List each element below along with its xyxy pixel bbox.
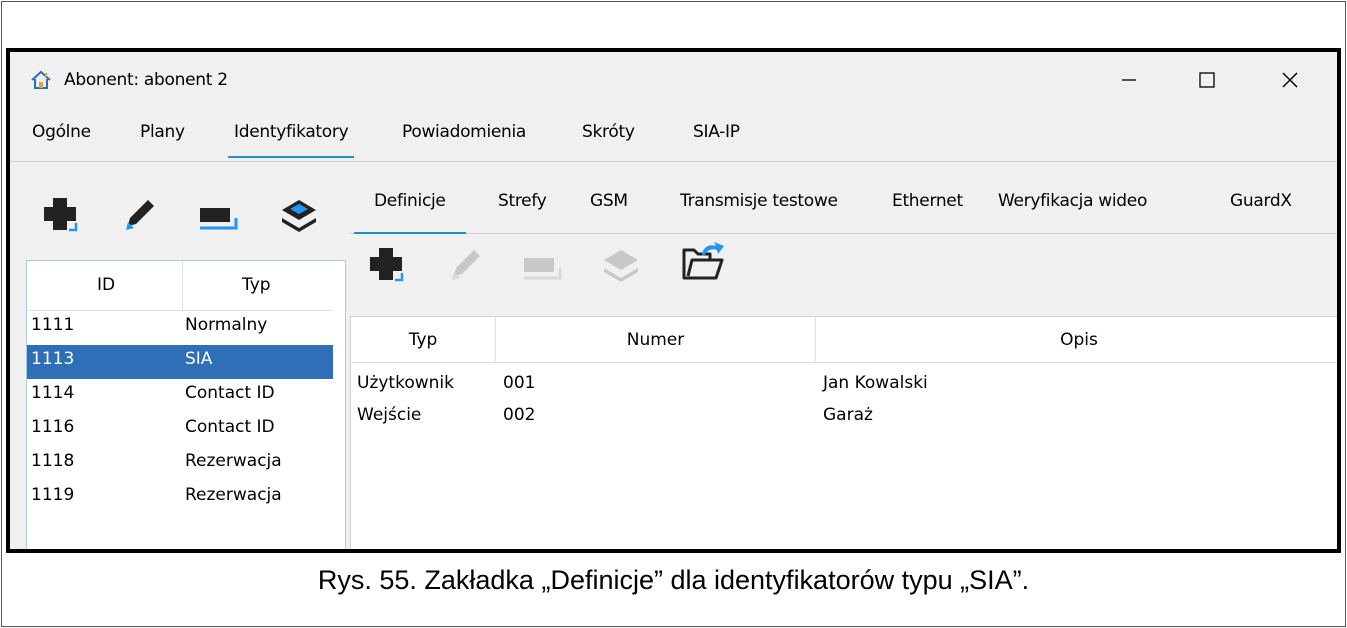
open-folder-icon[interactable] [680,240,726,284]
list-item[interactable]: 1114 Contact ID [27,379,333,413]
remove-icon[interactable] [522,254,566,284]
row-id: 1116 [31,417,75,437]
column-header-number[interactable]: Numer [496,317,816,363]
edit-icon[interactable] [446,244,486,284]
table-header: Typ Numer Opis [351,317,1337,363]
tab-guardx[interactable]: GuardX [1230,191,1292,211]
list-item[interactable]: 1111 Normalny [27,311,333,345]
tab-weryfikacja-wideo[interactable]: Weryfikacja wideo [998,191,1147,211]
maximize-icon [1199,72,1215,88]
layers-icon[interactable] [600,246,642,286]
column-header-type[interactable]: Typ [351,317,496,363]
column-divider [182,261,183,311]
tab-gsm[interactable]: GSM [590,191,628,211]
column-header-type[interactable]: Typ [242,275,271,295]
tab-ethernet[interactable]: Ethernet [892,191,963,211]
subscriber-window: Abonent: abonent 2 Ogólne Plany Identyfi… [6,48,1341,553]
tab-sia-ip[interactable]: SIA-IP [693,122,740,142]
row-type: Contact ID [185,383,275,403]
cell-number: 002 [503,405,536,425]
row-type: Rezerwacja [185,485,282,505]
sub-tab-bar: Definicje Strefy GSM Transmisje testowe … [350,164,1337,234]
remove-icon[interactable] [198,204,242,234]
row-type: SIA [185,349,213,369]
list-scrollbar[interactable] [333,261,345,549]
list-item[interactable]: 1116 Contact ID [27,413,333,447]
cell-type: Wejście [357,405,422,425]
list-item[interactable]: 1119 Rezerwacja [27,481,333,515]
main-tab-bar: Ogólne Plany Identyfikatory Powiadomieni… [10,108,1337,162]
table-row[interactable]: Użytkownik 001 Jan Kowalski [351,369,1337,401]
close-button[interactable] [1255,52,1325,108]
identifier-list-header: ID Typ [27,261,345,311]
tab-transmisje-testowe[interactable]: Transmisje testowe [680,191,838,211]
identifier-toolbar [10,164,350,254]
minimize-icon [1122,79,1136,81]
row-id: 1113 [31,349,75,369]
tab-powiadomienia[interactable]: Powiadomienia [402,122,526,142]
title-bar: Abonent: abonent 2 [10,52,1337,108]
row-id: 1119 [31,485,75,505]
window-title: Abonent: abonent 2 [64,70,228,90]
figure-caption: Rys. 55. Zakładka „Definicje” dla identy… [317,565,1030,595]
tab-identyfikatory[interactable]: Identyfikatory [227,122,355,158]
tab-definicje[interactable]: Definicje [354,191,466,234]
cell-number: 001 [503,373,536,393]
column-header-description[interactable]: Opis [816,317,1337,363]
cell-type: Użytkownik [357,373,454,393]
row-id: 1114 [31,383,75,403]
identifier-list: ID Typ 1111 Normalny 1113 SIA 1114 Conta… [26,260,346,549]
layers-icon[interactable] [278,196,320,236]
tab-ogolne[interactable]: Ogólne [32,122,91,142]
add-icon[interactable] [368,246,404,282]
close-icon [1282,72,1298,88]
tab-plany[interactable]: Plany [140,122,185,142]
row-type: Normalny [185,315,268,335]
row-id: 1118 [31,451,75,471]
list-item[interactable]: 1118 Rezerwacja [27,447,333,481]
add-icon[interactable] [42,196,78,232]
cell-description: Garaż [823,405,873,425]
edit-icon[interactable] [120,194,160,234]
row-type: Rezerwacja [185,451,282,471]
column-header-id[interactable]: ID [97,275,115,295]
row-type: Contact ID [185,417,275,437]
tab-strefy[interactable]: Strefy [498,191,547,211]
cell-description: Jan Kowalski [823,373,928,393]
home-icon [31,70,51,89]
tab-skroty[interactable]: Skróty [582,122,635,142]
maximize-button[interactable] [1172,52,1242,108]
row-id: 1111 [31,315,75,335]
list-item-selected[interactable]: 1113 SIA [27,345,333,379]
definitions-toolbar [350,236,1337,316]
definitions-table: Typ Numer Opis Użytkownik 001 Jan Kowals… [350,316,1337,549]
table-row[interactable]: Wejście 002 Garaż [351,401,1337,433]
minimize-button[interactable] [1094,52,1164,108]
